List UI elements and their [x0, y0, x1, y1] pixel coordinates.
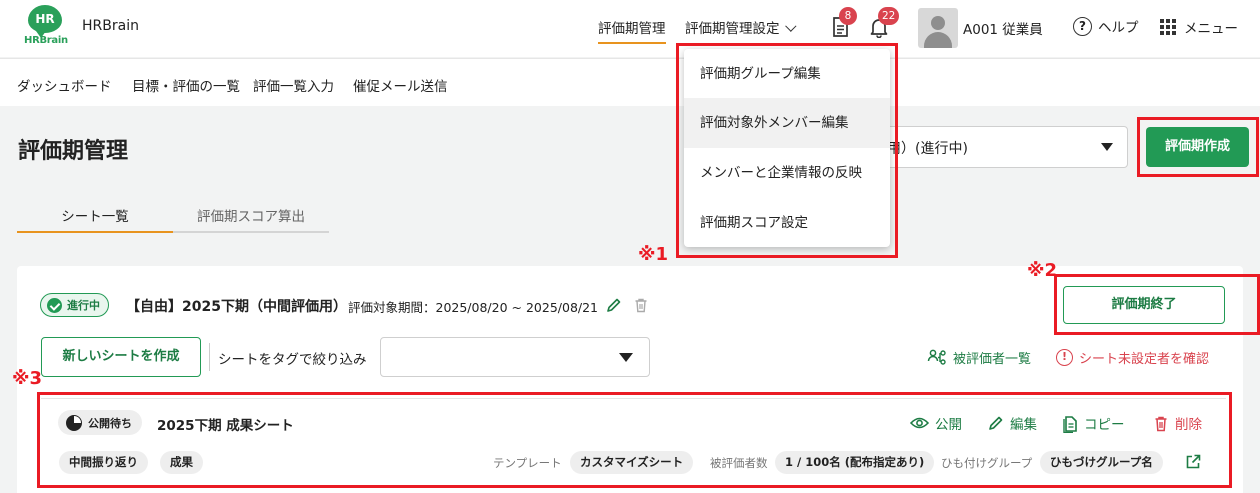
- status-label: 進行中: [67, 299, 100, 312]
- caret-down-icon: [619, 353, 633, 362]
- status-badge: 進行中: [40, 293, 109, 317]
- nav-evaluation-period-settings[interactable]: 評価期管理設定: [685, 17, 796, 37]
- task-button[interactable]: 8: [829, 7, 857, 40]
- tab-score-calculation[interactable]: 評価期スコア算出: [173, 205, 329, 225]
- nav-settings-label: 評価期管理設定: [685, 21, 780, 37]
- new-sheet-button[interactable]: 新しいシートを作成: [41, 337, 201, 377]
- logo-word: HRBrain: [24, 35, 68, 46]
- nav-evaluation-period[interactable]: 評価期管理: [598, 17, 666, 44]
- hrbrain-logo[interactable]: HR HRBrain: [24, 5, 68, 47]
- unset-check-link[interactable]: ! シート未設定者を確認: [1056, 348, 1209, 367]
- avatar-head: [931, 16, 945, 30]
- subnav-reminder-mail[interactable]: 催促メール送信: [353, 75, 448, 95]
- exclamation-icon: !: [1056, 349, 1073, 366]
- sub-navigation: ダッシュボード 目標・評価の一覧 評価一覧入力 催促メール送信: [0, 58, 1260, 106]
- question-icon: ?: [1073, 16, 1092, 36]
- help-label: ヘルプ: [1098, 20, 1139, 36]
- tab-sheet-list[interactable]: シート一覧: [17, 205, 173, 233]
- annotation-box-1: [676, 43, 898, 258]
- caret-down-icon: [1101, 143, 1113, 151]
- user-name[interactable]: A001 従業員: [963, 18, 1043, 38]
- tag-filter-label: シートをタグで絞り込み: [218, 352, 367, 368]
- user-avatar[interactable]: [918, 8, 958, 48]
- evaluatee-list-link[interactable]: 被評価者一覧: [927, 348, 1031, 367]
- period-range: 評価対象期間：2025/08/20 ~ 2025/08/21: [348, 300, 599, 315]
- logo-mark: HR: [28, 5, 62, 38]
- subnav-evaluation-input[interactable]: 評価一覧入力: [253, 75, 334, 95]
- avatar-body: [924, 32, 952, 48]
- menu-button[interactable]: メニュー: [1160, 17, 1238, 37]
- grid-icon: [1160, 19, 1176, 35]
- chevron-down-icon: [784, 20, 796, 32]
- period-select[interactable]: 用）(進行中): [870, 126, 1128, 168]
- top-header: HR HRBrain HRBrain 評価期管理 評価期管理設定 8 22 A0…: [0, 0, 1260, 57]
- annotation-box-2: [1054, 274, 1260, 335]
- unset-check-label: シート未設定者を確認: [1079, 352, 1210, 367]
- annotation-box-3: [37, 392, 1232, 488]
- period-select-value: 用）(進行中): [887, 141, 968, 157]
- annotation-note-2: ※2: [1027, 260, 1058, 281]
- tag-filter-select[interactable]: [380, 337, 650, 377]
- divider: [209, 343, 210, 371]
- people-tree-icon: [927, 349, 946, 365]
- period-name: 【自由】2025下期（中間評価用）: [126, 299, 347, 315]
- tab-bar: シート一覧 評価期スコア算出: [17, 196, 329, 233]
- page-title: 評価期管理: [18, 139, 129, 164]
- brand-name: HRBrain: [82, 18, 139, 34]
- evaluatee-list-label: 被評価者一覧: [953, 352, 1032, 367]
- help-link[interactable]: ? ヘルプ: [1073, 16, 1139, 36]
- annotation-note-1: ※1: [638, 244, 669, 265]
- check-circle-icon: [47, 297, 62, 313]
- subnav-dashboard[interactable]: ダッシュボード: [17, 75, 112, 95]
- task-badge: 8: [839, 7, 857, 25]
- notification-button[interactable]: 22: [868, 7, 900, 40]
- menu-label: メニュー: [1184, 21, 1238, 37]
- notification-badge: 22: [878, 7, 900, 25]
- annotation-box-create: [1137, 117, 1259, 177]
- annotation-note-3: ※3: [12, 368, 43, 389]
- pencil-icon[interactable]: [606, 297, 622, 313]
- subnav-goals-evaluations[interactable]: 目標・評価の一覧: [132, 75, 240, 95]
- trash-icon[interactable]: [633, 297, 649, 313]
